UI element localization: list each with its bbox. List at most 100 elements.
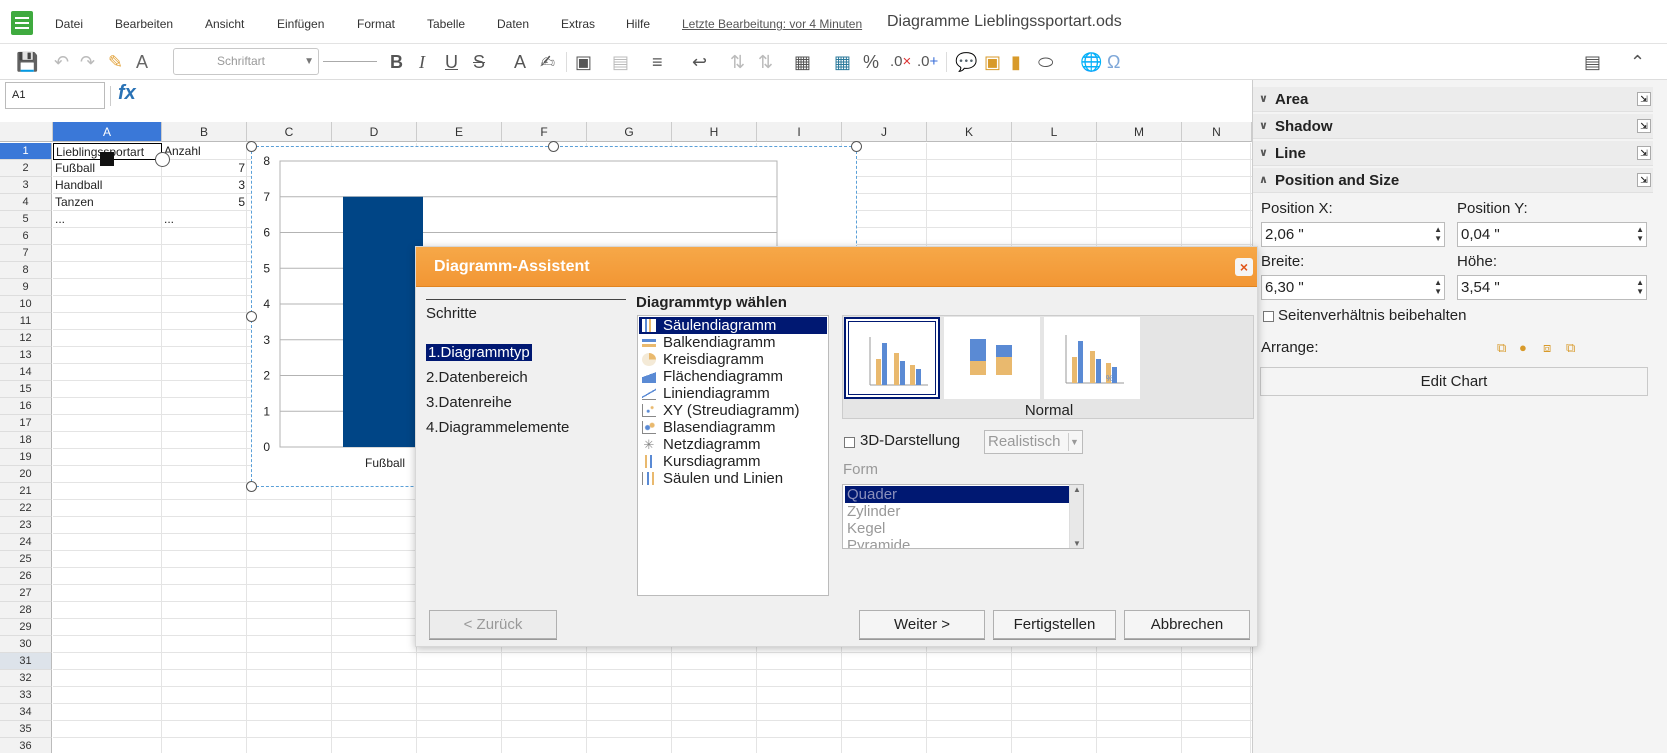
- merge-icon[interactable]: ▤: [612, 50, 629, 74]
- resize-handle[interactable]: [155, 152, 170, 167]
- edit-chart-button[interactable]: Edit Chart: [1260, 367, 1648, 396]
- menu-extras[interactable]: Extras: [561, 17, 595, 31]
- underline-icon[interactable]: U: [445, 50, 458, 74]
- column-header[interactable]: M: [1097, 122, 1182, 142]
- column-header[interactable]: G: [587, 122, 672, 142]
- row-header[interactable]: 13: [0, 347, 52, 364]
- spin-icon[interactable]: ▲ ▼: [1636, 278, 1644, 296]
- width-field[interactable]: 6,30 " ▲ ▼: [1261, 275, 1445, 300]
- row-header[interactable]: 10: [0, 296, 52, 313]
- step-data-range[interactable]: 2.Datenbereich: [426, 369, 528, 386]
- row-header[interactable]: 34: [0, 704, 52, 721]
- row-header[interactable]: 32: [0, 670, 52, 687]
- image-icon[interactable]: ▣: [984, 50, 1001, 74]
- row-header[interactable]: 1: [0, 143, 52, 160]
- keep-ratio-checkbox[interactable]: [1263, 311, 1274, 322]
- chart-resize-handle[interactable]: [851, 141, 862, 152]
- sidebar-section-area[interactable]: ∨ Area ⇲: [1253, 87, 1653, 112]
- row-header[interactable]: 5: [0, 211, 52, 228]
- select-all-corner[interactable]: [0, 122, 53, 142]
- row-header[interactable]: 4: [0, 194, 52, 211]
- undo-icon[interactable]: ↶: [54, 50, 69, 74]
- send-backward-icon[interactable]: ⧈: [1543, 340, 1551, 356]
- scroll-up-icon[interactable]: ▲: [1073, 485, 1081, 494]
- chart-type-item[interactable]: XY (Streudiagramm): [639, 402, 827, 419]
- chart-type-item[interactable]: Flächendiagramm: [639, 368, 827, 385]
- font-color-icon[interactable]: A: [514, 50, 526, 74]
- variant-stacked[interactable]: [944, 317, 1040, 399]
- row-header[interactable]: 27: [0, 585, 52, 602]
- column-header[interactable]: L: [1012, 122, 1097, 142]
- decimal-add-icon[interactable]: .0+: [917, 50, 938, 74]
- chart-resize-handle[interactable]: [246, 481, 257, 492]
- column-header[interactable]: J: [842, 122, 927, 142]
- row-header[interactable]: 33: [0, 687, 52, 704]
- cell-b2[interactable]: 7: [162, 160, 247, 177]
- shapes-icon[interactable]: ⬭: [1038, 50, 1053, 74]
- name-box[interactable]: A1: [5, 82, 105, 109]
- row-header[interactable]: 12: [0, 330, 52, 347]
- menu-bearbeiten[interactable]: Bearbeiten: [115, 17, 173, 31]
- step-data-series[interactable]: 3.Datenreihe: [426, 394, 512, 411]
- column-header[interactable]: F: [502, 122, 587, 142]
- row-header[interactable]: 30: [0, 636, 52, 653]
- clear-formatting-icon[interactable]: A: [136, 50, 148, 74]
- spin-icon[interactable]: ▲ ▼: [1434, 278, 1442, 296]
- column-header[interactable]: C: [247, 122, 332, 142]
- form-item[interactable]: Quader: [845, 486, 1071, 503]
- column-header[interactable]: N: [1182, 122, 1252, 142]
- row-header[interactable]: 2: [0, 160, 52, 177]
- row-header[interactable]: 11: [0, 313, 52, 330]
- hyperlink-icon[interactable]: 🌐: [1080, 50, 1102, 74]
- menu-tabelle[interactable]: Tabelle: [427, 17, 465, 31]
- comment-icon[interactable]: 💬: [955, 50, 977, 74]
- menu-datei[interactable]: Datei: [55, 17, 83, 31]
- form-item[interactable]: Zylinder: [845, 503, 1071, 520]
- chart-type-item[interactable]: Säulendiagramm: [639, 317, 827, 334]
- last-edit-link[interactable]: Letzte Bearbeitung: vor 4 Minuten: [682, 17, 862, 31]
- menu-daten[interactable]: Daten: [497, 17, 529, 31]
- row-header[interactable]: 3: [0, 177, 52, 194]
- chart-icon[interactable]: ▮: [1011, 50, 1021, 74]
- column-header[interactable]: K: [927, 122, 1012, 142]
- three-d-checkbox[interactable]: [844, 437, 855, 448]
- insert-rows-icon[interactable]: ▦: [794, 50, 811, 74]
- row-header[interactable]: 20: [0, 466, 52, 483]
- calc-app-icon[interactable]: [11, 11, 33, 35]
- next-button[interactable]: Weiter >: [859, 610, 985, 639]
- redo-icon[interactable]: ↷: [80, 50, 95, 74]
- scroll-down-icon[interactable]: ▼: [1073, 539, 1081, 548]
- row-header[interactable]: 36: [0, 738, 52, 753]
- close-icon[interactable]: ×: [1235, 258, 1253, 276]
- dialog-titlebar[interactable]: Diagramm-Assistent ×: [416, 247, 1257, 287]
- form-item[interactable]: Pyramide: [845, 537, 1071, 548]
- sort-desc-icon[interactable]: ⇅: [758, 50, 773, 74]
- menu-ansicht[interactable]: Ansicht: [205, 17, 244, 31]
- italic-icon[interactable]: I: [419, 50, 425, 74]
- column-header[interactable]: B: [162, 122, 247, 142]
- sidebar-toggle-icon[interactable]: ▤: [1584, 50, 1601, 74]
- row-header[interactable]: 23: [0, 517, 52, 534]
- row-header[interactable]: 21: [0, 483, 52, 500]
- function-wizard-icon[interactable]: fx: [118, 82, 136, 105]
- fill-handle[interactable]: [100, 152, 114, 166]
- position-x-field[interactable]: 2,06 " ▲ ▼: [1261, 222, 1445, 247]
- form-list[interactable]: Quader Zylinder Kegel Pyramide ▲ ▼: [842, 484, 1084, 549]
- row-header[interactable]: 18: [0, 432, 52, 449]
- form-item[interactable]: Kegel: [845, 520, 1071, 537]
- row-header[interactable]: 24: [0, 534, 52, 551]
- more-options-icon[interactable]: ⇲: [1637, 92, 1651, 106]
- font-size-combo[interactable]: [323, 61, 377, 63]
- three-d-scheme-select[interactable]: Realistisch ▼: [984, 430, 1083, 454]
- row-header[interactable]: 7: [0, 245, 52, 262]
- column-header[interactable]: H: [672, 122, 757, 142]
- menu-hilfe[interactable]: Hilfe: [626, 17, 650, 31]
- position-y-field[interactable]: 0,04 " ▲ ▼: [1457, 222, 1647, 247]
- step-chart-type[interactable]: 1.Diagrammtyp: [426, 344, 532, 361]
- row-header[interactable]: 31: [0, 653, 52, 670]
- step-chart-elements[interactable]: 4.Diagrammelemente: [426, 419, 569, 436]
- row-header[interactable]: 8: [0, 262, 52, 279]
- row-header[interactable]: 29: [0, 619, 52, 636]
- wrap-icon[interactable]: ↩: [692, 50, 707, 74]
- row-header[interactable]: 16: [0, 398, 52, 415]
